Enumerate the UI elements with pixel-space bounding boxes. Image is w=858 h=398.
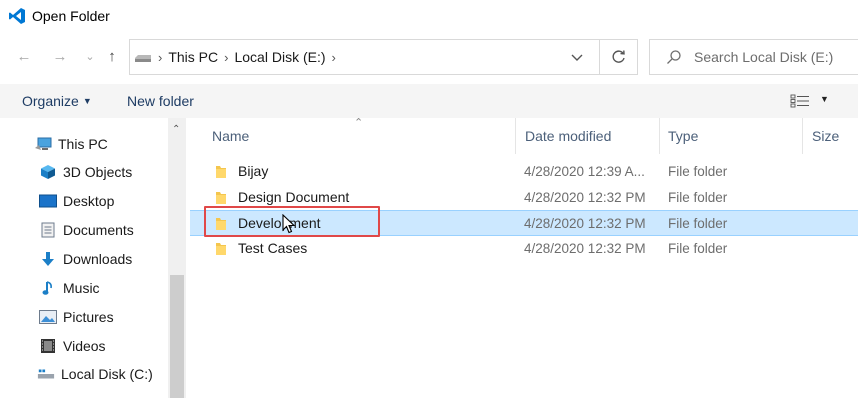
sidebar-item-music[interactable]: Music — [39, 275, 100, 301]
file-type: File folder — [668, 241, 728, 256]
file-date: 4/28/2020 12:32 PM — [524, 216, 646, 231]
file-name: Bijay — [238, 163, 269, 179]
column-divider[interactable] — [659, 118, 660, 154]
breadcrumb-separator[interactable]: › — [332, 50, 336, 65]
file-date: 4/28/2020 12:32 PM — [524, 241, 646, 256]
sidebar-item-documents[interactable]: Documents — [39, 217, 134, 243]
search-icon — [667, 50, 681, 64]
list-item[interactable]: Test Cases 4/28/2020 12:32 PM File folde… — [190, 236, 858, 262]
drive-icon — [135, 55, 151, 62]
sidebar-item-label: This PC — [58, 136, 108, 152]
chevron-down-icon[interactable]: ⌄ — [80, 46, 100, 66]
column-header-name[interactable]: Name — [212, 118, 249, 154]
organize-label: Organize — [22, 93, 79, 109]
sidebar-item-label: Pictures — [63, 309, 114, 325]
file-type: File folder — [668, 216, 728, 231]
scrollbar-thumb[interactable] — [170, 275, 184, 398]
column-header-type[interactable]: Type — [668, 118, 698, 154]
refresh-icon[interactable] — [599, 40, 638, 74]
column-header-date-modified[interactable]: Date modified — [525, 118, 611, 154]
file-list: ⌃ Name Date modified Type Size Bijay 4/2… — [190, 117, 858, 398]
folder-icon — [216, 243, 226, 255]
sidebar-item-label: Documents — [63, 222, 134, 238]
column-divider[interactable] — [802, 118, 803, 154]
sort-ascending-icon: ⌃ — [354, 117, 364, 129]
address-bar[interactable]: › This PC › Local Disk (E:) › — [129, 39, 638, 75]
breadcrumb-separator: › — [158, 49, 163, 65]
column-divider[interactable] — [515, 118, 516, 154]
desktop-icon — [39, 193, 57, 209]
sidebar-item-label: Downloads — [63, 251, 133, 267]
arrow-left-icon[interactable]: ← — [14, 46, 34, 66]
document-icon — [39, 222, 57, 238]
search-box[interactable] — [649, 39, 858, 75]
search-input[interactable] — [694, 49, 854, 65]
computer-icon — [34, 136, 52, 152]
caret-down-icon: ▼ — [82, 96, 92, 106]
sidebar-item-pictures[interactable]: Pictures — [39, 304, 114, 330]
sidebar-item-label: Local Disk (C:) — [61, 366, 153, 382]
details-view-icon[interactable] — [790, 94, 810, 108]
folder-icon — [216, 166, 226, 178]
nav-pane-scrollbar[interactable]: ⌃ — [168, 118, 186, 398]
scroll-up-chevron-icon[interactable]: ⌃ — [172, 124, 180, 135]
file-date: 4/28/2020 12:32 PM — [524, 190, 646, 205]
music-icon — [39, 280, 57, 296]
window-title: Open Folder — [32, 8, 110, 24]
sidebar-item-local-disk-c[interactable]: Local Disk (C:) — [37, 361, 153, 387]
sidebar-item-label: Music — [63, 280, 100, 296]
arrow-up-icon[interactable]: ↑ — [102, 46, 122, 66]
file-date: 4/28/2020 12:39 A... — [524, 164, 645, 179]
video-icon — [39, 338, 57, 354]
sidebar-item-downloads[interactable]: Downloads — [39, 246, 132, 272]
picture-icon — [39, 309, 57, 325]
navigation-pane: This PC 3D Objects Desktop Documents Dow… — [0, 118, 188, 398]
mouse-cursor-icon — [282, 214, 296, 234]
sidebar-item-label: 3D Objects — [63, 164, 133, 180]
view-options-caret-down-icon[interactable]: ▼ — [820, 94, 829, 104]
sidebar-item-this-pc[interactable]: This PC — [34, 131, 108, 157]
list-item[interactable]: Bijay 4/28/2020 12:39 A... File folder — [190, 159, 858, 185]
vscode-icon — [9, 8, 25, 24]
arrow-right-icon[interactable]: → — [50, 46, 70, 66]
address-dropdown-chevron-down-icon[interactable] — [567, 48, 587, 68]
breadcrumb-this-pc[interactable]: This PC — [168, 49, 218, 65]
folder-icon — [216, 192, 226, 204]
cube-icon — [39, 164, 57, 180]
file-type: File folder — [668, 164, 728, 179]
file-type: File folder — [668, 190, 728, 205]
drive-icon — [37, 366, 55, 382]
new-folder-button[interactable]: New folder — [127, 93, 194, 109]
sidebar-item-desktop[interactable]: Desktop — [39, 188, 114, 214]
sidebar-item-videos[interactable]: Videos — [39, 333, 106, 359]
breadcrumb-separator: › — [224, 49, 229, 65]
file-name: Design Document — [238, 189, 350, 205]
file-name: Test Cases — [238, 240, 308, 256]
column-header-size[interactable]: Size — [812, 118, 839, 154]
sidebar-item-label: Videos — [63, 338, 106, 354]
sidebar-item-3d-objects[interactable]: 3D Objects — [39, 159, 132, 185]
sidebar-item-label: Desktop — [63, 193, 115, 209]
organize-button[interactable]: Organize ▼ — [22, 93, 92, 109]
title-bar: Open Folder — [0, 0, 858, 32]
command-toolbar: Organize ▼ New folder ▼ — [0, 84, 858, 118]
navigation-bar: ← → ⌄ ↑ › This PC › Local Disk (E:) › — [0, 36, 858, 76]
download-icon — [39, 251, 57, 267]
breadcrumb-local-disk[interactable]: Local Disk (E:) — [234, 49, 325, 65]
